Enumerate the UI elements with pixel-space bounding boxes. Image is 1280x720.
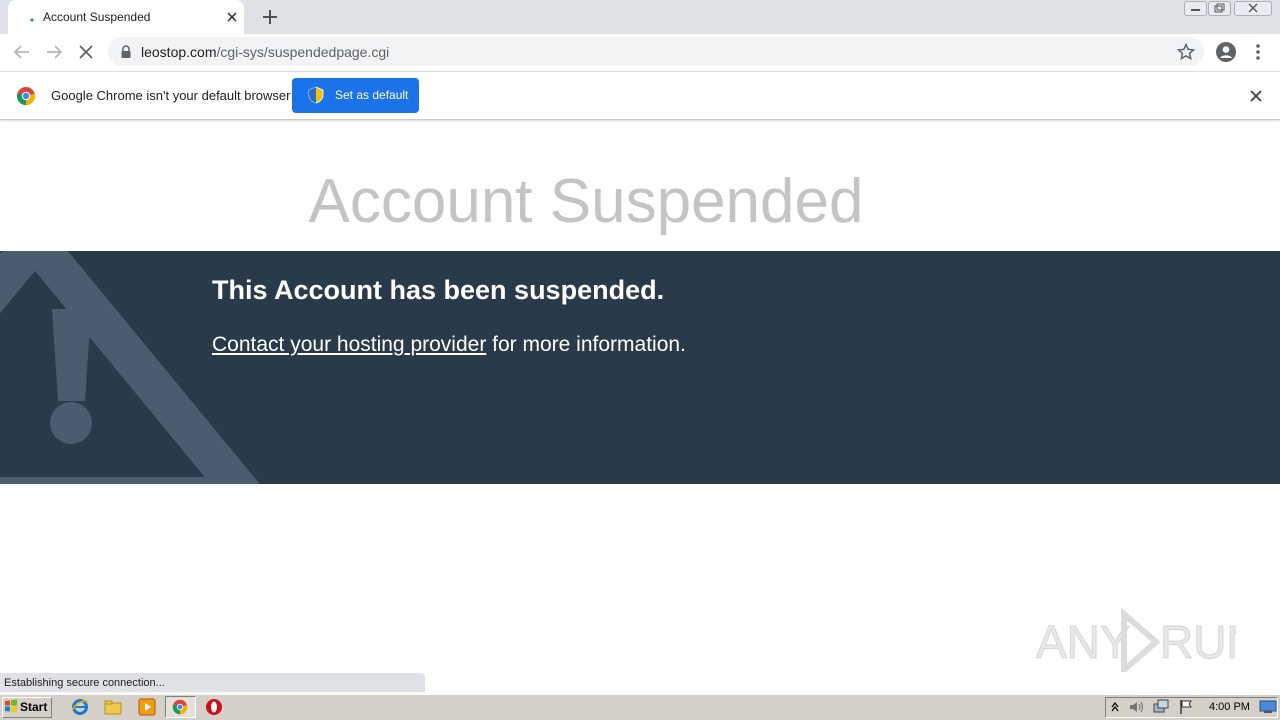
set-as-default-label: Set as default xyxy=(335,88,409,102)
back-arrow-icon[interactable] xyxy=(12,43,32,61)
tab-title: Account Suspended xyxy=(43,10,151,24)
suspension-heading: This Account has been suspended. xyxy=(212,275,665,305)
file-explorer-icon[interactable] xyxy=(104,698,122,716)
url-path: /cgi-sys/suspendedpage.cgi xyxy=(216,44,390,60)
lock-icon[interactable] xyxy=(120,45,132,59)
status-text: Establishing secure connection... xyxy=(4,677,165,689)
url-host: leostop.com xyxy=(141,44,217,60)
chrome-logo-icon xyxy=(16,87,36,106)
start-label: Start xyxy=(20,700,48,714)
chrome-taskbar-icon xyxy=(172,699,188,715)
watermark-text-right: RUN xyxy=(1160,616,1236,668)
close-window-icon xyxy=(1248,3,1258,13)
show-hidden-icons-icon[interactable] xyxy=(1110,700,1120,714)
volume-icon[interactable] xyxy=(1128,699,1146,715)
contact-suffix: for more information. xyxy=(486,333,686,356)
tab-close-icon[interactable] xyxy=(224,9,240,25)
windows-logo-icon xyxy=(5,699,17,713)
infobar-message: Google Chrome isn't your default browser xyxy=(51,88,291,103)
minimize-button[interactable] xyxy=(1184,1,1207,16)
internet-explorer-icon[interactable] xyxy=(71,698,89,716)
close-window-button[interactable] xyxy=(1234,1,1272,16)
watermark-text-left: ANY xyxy=(1036,616,1131,668)
new-tab-icon[interactable] xyxy=(260,7,280,27)
restore-button[interactable] xyxy=(1208,1,1231,16)
bookmark-star-icon[interactable] xyxy=(1176,42,1196,62)
loading-spinner-icon xyxy=(30,18,34,22)
page-title: Account Suspended xyxy=(308,167,864,236)
profile-avatar-icon[interactable] xyxy=(1215,41,1237,63)
restore-icon xyxy=(1214,3,1225,13)
uac-shield-icon xyxy=(308,86,324,104)
contact-line: Contact your hosting provider for more i… xyxy=(212,333,686,357)
taskbar-chrome-button[interactable] xyxy=(165,696,196,718)
anyrun-watermark-logo: ANY RUN xyxy=(1036,608,1236,672)
menu-kebab-icon[interactable] xyxy=(1252,42,1264,62)
stop-loading-icon[interactable] xyxy=(77,43,95,61)
action-center-flag-icon[interactable] xyxy=(1178,699,1194,715)
network-icon[interactable] xyxy=(1152,699,1170,715)
contact-hosting-link[interactable]: Contact your hosting provider xyxy=(212,333,486,356)
forward-arrow-icon[interactable] xyxy=(44,43,64,61)
url-text[interactable]: leostop.com/cgi-sys/suspendedpage.cgi xyxy=(141,44,389,60)
infobar-close-icon[interactable] xyxy=(1248,88,1264,104)
taskbar-clock[interactable]: 4:00 PM xyxy=(1209,701,1250,713)
minimize-icon xyxy=(1191,9,1200,11)
opera-icon[interactable] xyxy=(205,698,223,716)
media-player-icon[interactable] xyxy=(138,698,156,716)
show-desktop-icon[interactable] xyxy=(1259,700,1277,714)
